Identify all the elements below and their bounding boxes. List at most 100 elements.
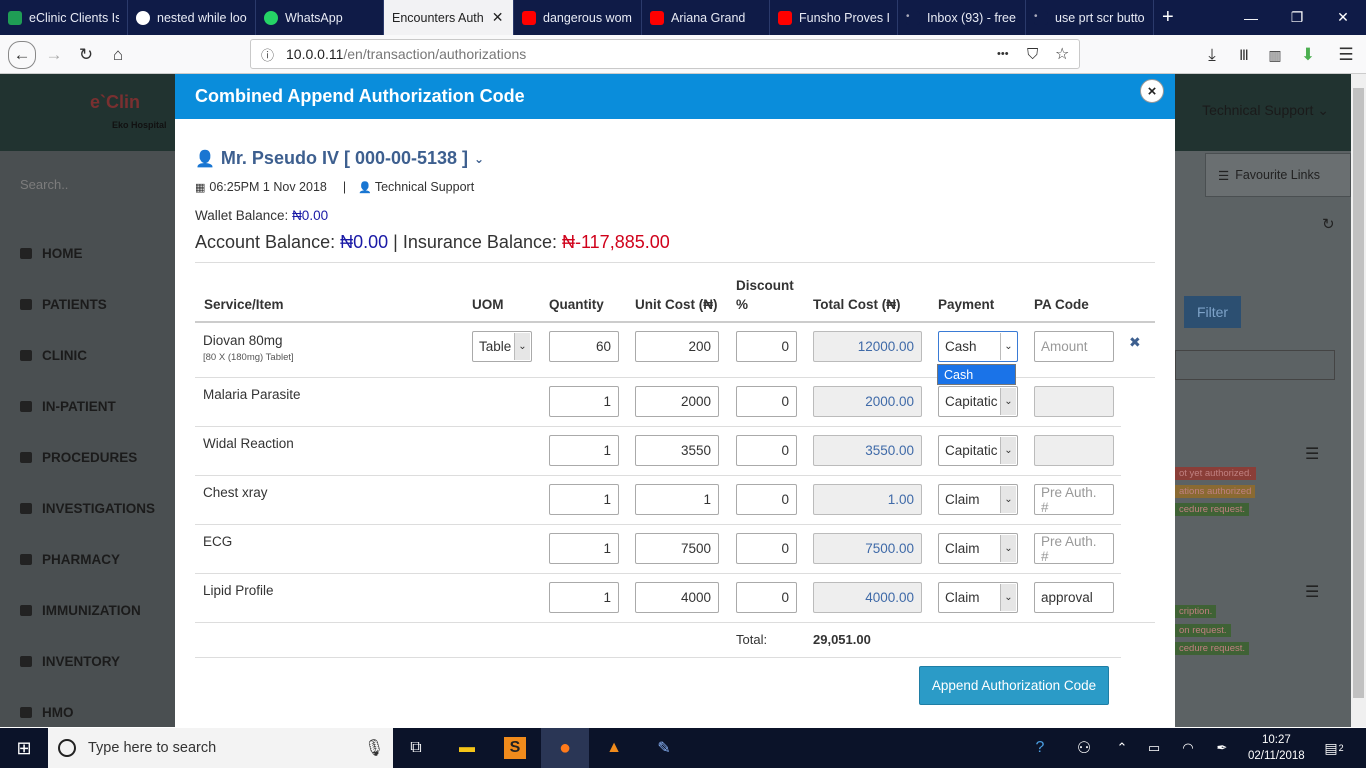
info-icon[interactable]: ⓘ [261, 45, 274, 64]
tab-dangerous-woman[interactable]: dangerous wom [514, 0, 642, 35]
menu-icon[interactable]: ☰ [1334, 43, 1358, 67]
unit-cost-input[interactable]: 7500 [635, 533, 719, 564]
unit-cost-input[interactable]: 1 [635, 484, 719, 515]
favourite-links-dropdown[interactable]: ☰ Favourite Links [1205, 153, 1351, 197]
discount-input[interactable]: 0 [736, 435, 797, 466]
sidebar-item-inventory[interactable]: INVENTORY [20, 651, 120, 671]
page-scrollbar[interactable] [1351, 74, 1366, 727]
sidebar-search[interactable]: Search.. [20, 177, 68, 192]
uom-select[interactable]: Table ⌄ [472, 331, 532, 362]
bookmark-star-icon[interactable]: ☆ [1055, 44, 1069, 64]
refresh-icon[interactable]: ↻ [1322, 215, 1335, 233]
notifications-icon[interactable]: ▤ 2 [1322, 736, 1346, 760]
close-modal-button[interactable]: × [1140, 79, 1164, 103]
unit-cost-input[interactable]: 2000 [635, 386, 719, 417]
sidebar-item-in-patient[interactable]: IN-PATIENT [20, 396, 116, 416]
payment-select[interactable]: Claim ⌄ [938, 484, 1018, 515]
tab-whatsapp[interactable]: WhatsApp [256, 0, 384, 35]
download-icon[interactable]: ⤓ [1200, 43, 1224, 67]
wifi-icon[interactable]: ◠ [1176, 736, 1200, 760]
taskbar-clock[interactable]: 10:27 02/11/2018 [1248, 732, 1305, 764]
quantity-input[interactable]: 60 [549, 331, 619, 362]
payment-select[interactable]: Cash ⌄ [938, 331, 1018, 362]
help-icon[interactable]: ? [1028, 736, 1052, 760]
pen-icon[interactable]: ✒ [1210, 736, 1234, 760]
new-tab-button[interactable]: + [1154, 0, 1184, 35]
sidebar-item-pharmacy[interactable]: PHARMACY [20, 549, 120, 569]
tab-nested-while[interactable]: nested while loo [128, 0, 256, 35]
payment-select[interactable]: Capitatic ⌄ [938, 386, 1018, 417]
sidebar-icon[interactable]: ▥ [1263, 43, 1287, 67]
pa-code-input[interactable]: Amount [1034, 331, 1114, 362]
remove-row-icon[interactable]: ✖ [1129, 334, 1141, 351]
tab-inbox[interactable]: • Inbox (93) - free [898, 0, 1026, 35]
people-icon[interactable]: ⚇ [1072, 736, 1096, 760]
pa-code-input[interactable]: Pre Auth. # [1034, 484, 1114, 515]
minimize-icon[interactable]: — [1228, 0, 1274, 35]
pa-code-input[interactable]: approval [1034, 582, 1114, 613]
sidebar-item-procedures[interactable]: PROCEDURES [20, 447, 137, 467]
quantity-input[interactable]: 1 [549, 386, 619, 417]
sidebar-item-hmo[interactable]: HMO [20, 702, 74, 722]
reload-icon[interactable]: ↻ [74, 43, 98, 67]
sidebar-item-investigations[interactable]: INVESTIGATIONS [20, 498, 155, 518]
taskbar-search[interactable]: Type here to search 🎙 [48, 728, 393, 768]
sidebar-item-clinic[interactable]: CLINIC [20, 345, 87, 365]
discount-input[interactable]: 0 [736, 386, 797, 417]
background-input[interactable] [1175, 350, 1335, 380]
quantity-input[interactable]: 1 [549, 533, 619, 564]
quantity-input[interactable]: 1 [549, 484, 619, 515]
user-menu[interactable]: Technical Support ⌄ [1202, 102, 1329, 119]
restore-icon[interactable]: ❐ [1274, 0, 1320, 35]
tab-eclinic-clients[interactable]: eClinic Clients Is [0, 0, 128, 35]
sidebar-item-home[interactable]: HOME [20, 243, 83, 263]
tab-use-prt-scr[interactable]: • use prt scr butto [1026, 0, 1154, 35]
sublime-text-icon[interactable]: S [504, 737, 526, 759]
scrollbar-thumb[interactable] [1353, 88, 1364, 698]
tab-ariana-grande[interactable]: Ariana Grand [642, 0, 770, 35]
tab-encounters-auth[interactable]: Encounters Auth ✕ [384, 0, 514, 35]
sidebar-item-patients[interactable]: PATIENTS [20, 294, 107, 314]
windows-start-icon[interactable]: ⊞ [12, 736, 36, 760]
payment-select[interactable]: Claim ⌄ [938, 582, 1018, 613]
payment-option-cash[interactable]: Cash [937, 364, 1016, 385]
chevron-down-icon[interactable]: ⌄ [474, 152, 484, 166]
pocket-icon[interactable]: ⛉ [1027, 46, 1038, 63]
discount-input[interactable]: 0 [736, 582, 797, 613]
list-icon[interactable]: ☰ [1305, 582, 1319, 602]
append-authorization-code-button[interactable]: Append Authorization Code [919, 666, 1109, 705]
firefox-icon[interactable]: ● [541, 728, 589, 768]
quantity-input[interactable]: 1 [549, 435, 619, 466]
paint-icon[interactable]: ✎ [652, 736, 676, 760]
home-icon[interactable]: ⌂ [106, 43, 130, 67]
show-hidden-icons[interactable]: ⌃ [1110, 736, 1134, 760]
pa-code-input[interactable]: Pre Auth. # [1034, 533, 1114, 564]
unit-cost-input[interactable]: 200 [635, 331, 719, 362]
address-bar[interactable]: ⓘ 10.0.0.11 /en/transaction/authorizatio… [250, 39, 1080, 69]
vlc-icon[interactable]: ▲ [602, 736, 626, 760]
back-icon[interactable]: ← [8, 41, 36, 69]
tab-funsho-proves[interactable]: Funsho Proves I [770, 0, 898, 35]
quantity-input[interactable]: 1 [549, 582, 619, 613]
patient-name[interactable]: 👤 Mr. Pseudo IV [ 000-00-5138 ] ⌄ [195, 148, 484, 169]
unit-cost-input[interactable]: 3550 [635, 435, 719, 466]
page-actions-icon[interactable]: ••• [997, 48, 1009, 60]
microphone-icon[interactable]: 🎙 [364, 738, 384, 758]
discount-input[interactable]: 0 [736, 533, 797, 564]
task-view-icon[interactable]: ⧉ [404, 736, 428, 760]
discount-input[interactable]: 0 [736, 331, 797, 362]
library-icon[interactable]: Ⅲ [1232, 43, 1256, 67]
payment-select[interactable]: Claim ⌄ [938, 533, 1018, 564]
payment-select[interactable]: Capitatic ⌄ [938, 435, 1018, 466]
addon-icon[interactable]: ⬇ [1296, 43, 1320, 67]
close-tab-icon[interactable]: ✕ [492, 9, 504, 26]
battery-icon[interactable]: ▭ [1142, 736, 1166, 760]
list-icon[interactable]: ☰ [1305, 444, 1319, 464]
close-window-icon[interactable]: ✕ [1320, 0, 1366, 35]
filter-button[interactable]: Filter [1184, 296, 1241, 328]
sidebar-item-immunization[interactable]: IMMUNIZATION [20, 600, 141, 620]
file-explorer-icon[interactable]: ▬ [455, 736, 479, 760]
unit-cost-input[interactable]: 4000 [635, 582, 719, 613]
forward-icon[interactable]: → [42, 43, 66, 67]
discount-input[interactable]: 0 [736, 484, 797, 515]
